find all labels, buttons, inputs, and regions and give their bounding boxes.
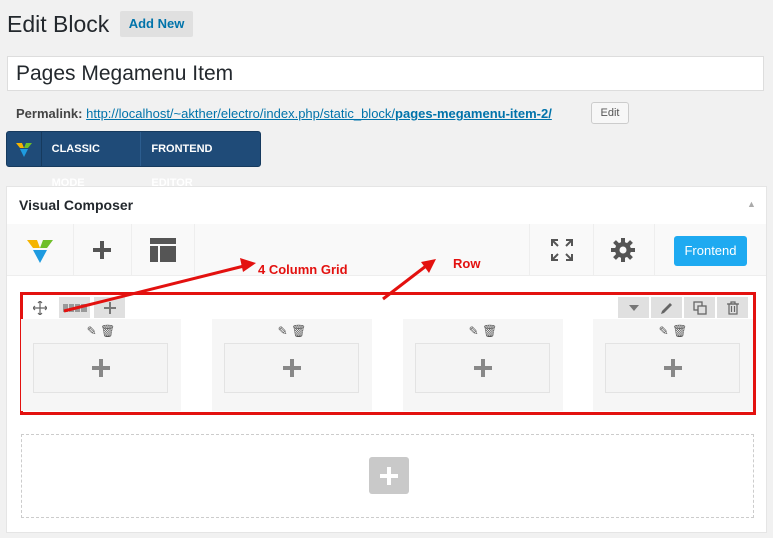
row-move-icon[interactable] bbox=[24, 297, 55, 318]
row-edit-icon[interactable] bbox=[651, 297, 682, 318]
composer-toolbar: Frontend bbox=[7, 224, 766, 276]
column-add-element[interactable] bbox=[33, 343, 168, 393]
classic-mode-button[interactable]: CLASSIC MODE bbox=[42, 132, 141, 189]
add-column-icon[interactable] bbox=[94, 297, 125, 318]
post-title-input[interactable]: Pages Megamenu Item bbox=[7, 56, 764, 91]
add-icon bbox=[473, 359, 492, 377]
add-icon bbox=[282, 359, 301, 377]
add-new-button[interactable]: Add New bbox=[120, 11, 193, 37]
column-add-element[interactable] bbox=[605, 343, 740, 393]
add-element-button[interactable] bbox=[369, 457, 409, 494]
add-icon bbox=[91, 359, 110, 377]
add-element-icon[interactable] bbox=[73, 224, 132, 275]
column-controls: ✎ 🗑 bbox=[403, 324, 563, 338]
column-edit-icon[interactable]: ✎ bbox=[469, 324, 479, 338]
column-edit-icon[interactable]: ✎ bbox=[87, 324, 97, 338]
permalink: Permalink: http://localhost/~akther/elec… bbox=[16, 106, 552, 122]
row-delete-icon[interactable] bbox=[717, 297, 748, 318]
visual-composer-panel: Visual Composer ▲ Frontend ✎ 🗑 ✎ 🗑 ✎ 🗑 ✎… bbox=[6, 186, 767, 533]
column-add-element[interactable] bbox=[415, 343, 550, 393]
permalink-link[interactable]: http://localhost/~akther/electro/index.p… bbox=[86, 106, 552, 121]
collapse-icon[interactable]: ▲ bbox=[747, 199, 756, 209]
column-delete-icon[interactable]: 🗑 bbox=[100, 324, 115, 338]
column-delete-icon[interactable]: 🗑 bbox=[482, 324, 497, 338]
frontend-button[interactable]: Frontend bbox=[674, 236, 747, 266]
vc-logo-icon[interactable] bbox=[7, 224, 74, 275]
column-delete-icon[interactable]: 🗑 bbox=[291, 324, 306, 338]
permalink-edit-button[interactable]: Edit bbox=[591, 102, 629, 124]
column-add-element[interactable] bbox=[224, 343, 359, 393]
column-controls: ✎ 🗑 bbox=[212, 324, 372, 338]
vc-logo-icon[interactable] bbox=[7, 132, 42, 166]
column-3: ✎ 🗑 bbox=[403, 319, 563, 411]
column-controls: ✎ 🗑 bbox=[21, 324, 181, 338]
row-clone-icon[interactable] bbox=[684, 297, 715, 318]
column-delete-icon[interactable]: 🗑 bbox=[672, 324, 687, 338]
permalink-slug: pages-megamenu-item-2/ bbox=[395, 106, 552, 121]
add-element-area[interactable] bbox=[21, 434, 754, 518]
row-toggle-icon[interactable] bbox=[618, 297, 649, 318]
column-2: ✎ 🗑 bbox=[212, 319, 372, 411]
page-title: Edit Block bbox=[7, 11, 110, 37]
add-icon bbox=[380, 466, 398, 485]
templates-icon[interactable] bbox=[131, 224, 195, 275]
add-icon bbox=[663, 359, 682, 377]
annotation-row-label: Row bbox=[453, 256, 481, 271]
fullscreen-icon[interactable] bbox=[529, 224, 594, 275]
panel-title: Visual Composer bbox=[19, 197, 134, 213]
panel-header[interactable]: Visual Composer ▲ bbox=[7, 187, 766, 225]
row-controls-left bbox=[24, 297, 126, 318]
column-edit-icon[interactable]: ✎ bbox=[278, 324, 288, 338]
column-controls: ✎ 🗑 bbox=[593, 324, 753, 338]
permalink-url-base: http://localhost/~akther/electro/index.p… bbox=[86, 106, 396, 121]
settings-gear-icon[interactable] bbox=[592, 224, 655, 275]
column-edit-icon[interactable]: ✎ bbox=[659, 324, 669, 338]
column-4: ✎ 🗑 bbox=[593, 319, 753, 411]
frontend-editor-button[interactable]: FRONTEND EDITOR bbox=[141, 132, 260, 189]
annotation-grid-label: 4 Column Grid bbox=[258, 262, 348, 277]
column-1: ✎ 🗑 bbox=[21, 319, 181, 411]
permalink-label: Permalink: bbox=[16, 106, 83, 121]
composer-mode-bar: CLASSIC MODE FRONTEND EDITOR bbox=[6, 131, 261, 189]
row-controls-right bbox=[618, 297, 749, 318]
row-layout-icon[interactable] bbox=[59, 297, 90, 318]
